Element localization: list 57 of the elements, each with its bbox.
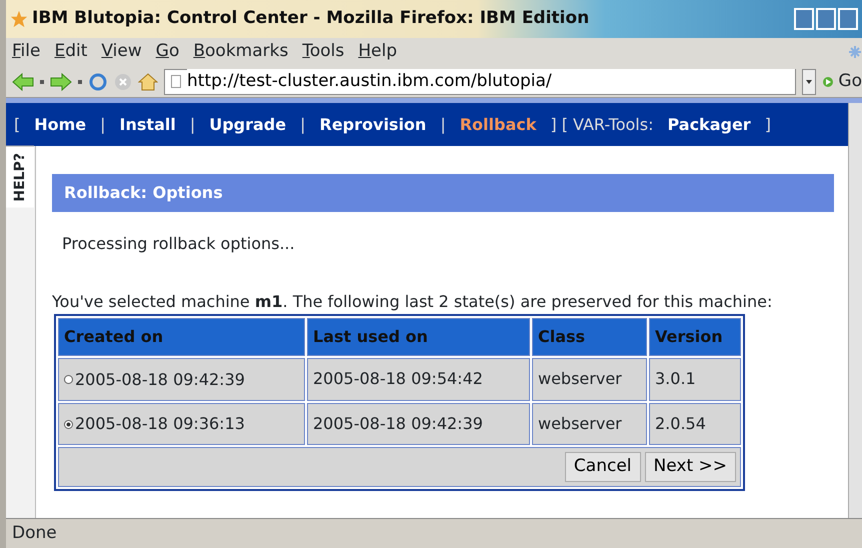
forward-arrow-icon[interactable] xyxy=(50,72,72,92)
table-cell: 3.0.1 xyxy=(655,369,696,388)
back-arrow-icon[interactable] xyxy=(12,72,34,92)
table-cell: webserver xyxy=(538,369,622,388)
nav-separator: | xyxy=(190,114,196,136)
column-header: Last used on xyxy=(307,318,530,356)
dropdown-button[interactable] xyxy=(802,68,816,94)
nav-separator: | xyxy=(100,114,106,136)
table-cell-text: 2005-08-18 09:42:39 xyxy=(75,368,245,390)
close-button[interactable] xyxy=(838,8,858,30)
nav-separator: | xyxy=(440,114,446,136)
column-header: Class xyxy=(532,318,647,356)
menu-item[interactable]: Tools xyxy=(302,39,344,65)
section-header: Rollback: Options xyxy=(52,174,834,212)
status-message: Processing rollback options... xyxy=(62,234,295,253)
radio-button[interactable] xyxy=(64,420,73,428)
reload-icon[interactable] xyxy=(88,72,108,92)
go-icon[interactable] xyxy=(822,76,834,88)
menu-item[interactable]: File xyxy=(12,39,40,65)
nav-separator: ] [ VAR-Tools: xyxy=(550,114,654,136)
menu-item[interactable]: Edit xyxy=(54,39,88,65)
radio-button[interactable] xyxy=(64,375,73,384)
nav-link[interactable]: Rollback xyxy=(460,112,536,136)
menu-item[interactable]: Go xyxy=(156,39,180,65)
nav-separator: ] xyxy=(764,114,771,136)
cancel-button[interactable]: Cancel xyxy=(564,452,640,482)
intro-text: You've selected machine m1. The following last 2 state(s) are preserved for this machine: xyxy=(52,291,774,313)
status-text: Done xyxy=(12,522,57,545)
nav-link[interactable]: Install xyxy=(120,112,176,136)
menu-item[interactable]: Bookmarks xyxy=(193,39,288,65)
scrollbar[interactable] xyxy=(848,103,862,518)
nav-link[interactable]: Packager xyxy=(667,112,751,136)
table-cell-text: 2005-08-18 09:36:13 xyxy=(75,413,245,435)
column-header: Created on xyxy=(58,318,305,356)
maximize-button[interactable] xyxy=(816,8,836,30)
nav-separator: | xyxy=(300,114,306,136)
table-cell: 2005-08-18 09:42:39 xyxy=(313,414,483,433)
minimize-button[interactable] xyxy=(794,8,814,30)
nav-link[interactable]: Home xyxy=(34,112,86,136)
table-cell: webserver xyxy=(538,414,622,433)
menu-item[interactable]: View xyxy=(101,39,142,65)
help-tab[interactable]: HELP? xyxy=(6,146,34,208)
star-icon xyxy=(10,10,28,28)
next-button[interactable]: Next >> xyxy=(644,452,736,482)
home-icon[interactable] xyxy=(138,72,158,92)
throbber-icon xyxy=(848,45,862,59)
table-cell: 2.0.54 xyxy=(655,414,706,433)
go-button[interactable]: Go xyxy=(838,68,862,94)
caret-icon xyxy=(806,80,812,84)
nav-separator: [ xyxy=(14,114,20,136)
table-cell: 2005-08-18 09:54:42 xyxy=(313,369,483,388)
menu-item[interactable]: Help xyxy=(358,39,398,65)
page-icon xyxy=(171,75,181,88)
column-header: Version xyxy=(649,318,741,356)
nav-link[interactable]: Upgrade xyxy=(209,112,286,136)
nav-link[interactable]: Reprovision xyxy=(320,112,426,136)
window-title: IBM Blutopia: Control Center - Mozilla Firefox: IBM Edition xyxy=(32,7,590,30)
